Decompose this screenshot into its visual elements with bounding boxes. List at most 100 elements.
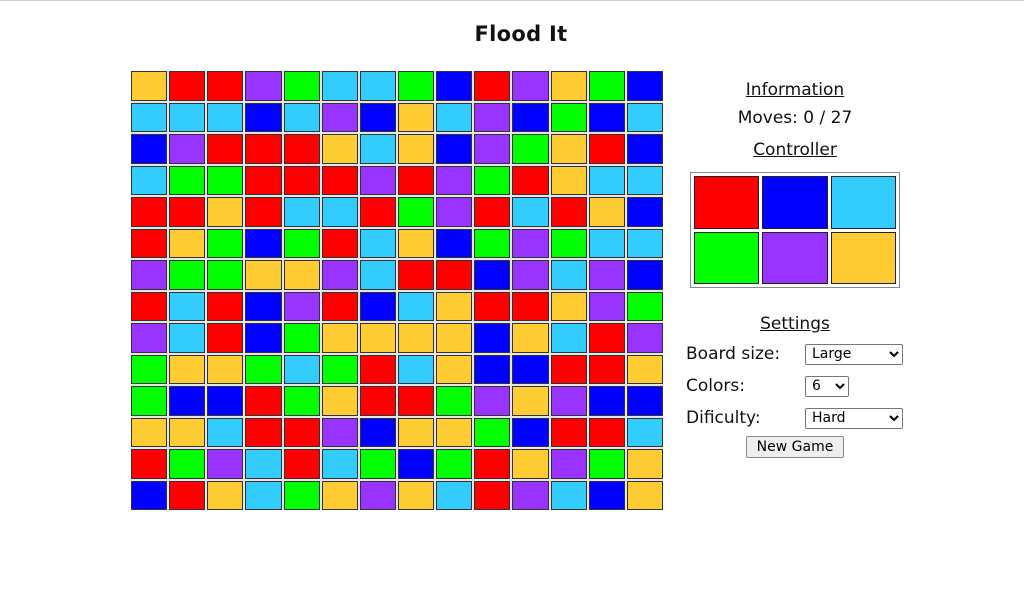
board-cell: [550, 165, 587, 195]
board-cell: [550, 417, 587, 447]
board-cell: [245, 323, 282, 353]
top-border: [0, 0, 1024, 1]
color-button-green[interactable]: [694, 231, 760, 284]
board-cell: [436, 102, 473, 132]
board-cell: [512, 323, 549, 353]
board-cell: [626, 386, 663, 416]
board-cell: [131, 354, 168, 384]
board-cell: [512, 449, 549, 479]
board-cell: [131, 291, 168, 321]
board-cell: [474, 260, 511, 290]
board-cell: [359, 386, 396, 416]
board-cell: [588, 165, 625, 195]
board-cell: [245, 71, 282, 101]
board-cell: [131, 165, 168, 195]
board-cell: [588, 449, 625, 479]
information-heading: Information: [745, 80, 845, 100]
board-cell: [626, 480, 663, 510]
board-cell: [588, 323, 625, 353]
board-cell: [207, 291, 244, 321]
board-cell: [169, 134, 206, 164]
board-cell: [397, 228, 435, 258]
board-cell: [131, 386, 168, 416]
board-cell: [436, 71, 473, 101]
board-cell: [321, 480, 358, 510]
board-cell: [245, 291, 282, 321]
board-cell: [626, 134, 663, 164]
board-cell: [359, 165, 396, 195]
board-cell: [436, 323, 473, 353]
board-cell: [169, 386, 206, 416]
board-cell: [436, 417, 473, 447]
board-cell: [436, 134, 473, 164]
board-cell: [588, 480, 625, 510]
board-cell: [131, 417, 168, 447]
board-cell: [131, 449, 168, 479]
board-cell: [207, 134, 244, 164]
board-cell: [626, 449, 663, 479]
color-button-red[interactable]: [694, 176, 760, 229]
board-cell: [359, 417, 396, 447]
board-cell: [436, 449, 473, 479]
moves-counter: Moves: 0 / 27: [737, 108, 853, 128]
settings-heading: Settings: [760, 314, 830, 334]
color-button-purple[interactable]: [762, 231, 828, 284]
board-cell: [512, 260, 549, 290]
board-cell: [397, 197, 435, 227]
board-cell: [474, 165, 511, 195]
board-cell: [397, 386, 435, 416]
board-cell: [436, 291, 473, 321]
board-cell: [169, 323, 206, 353]
board-cell: [550, 449, 587, 479]
board-cell: [397, 323, 435, 353]
board-cell: [512, 354, 549, 384]
board-cell: [283, 71, 320, 101]
board-cell: [169, 260, 206, 290]
board-cell: [436, 480, 473, 510]
color-button-cyan[interactable]: [830, 176, 896, 229]
board-cell: [359, 354, 396, 384]
board-size-row: Board size: Large: [680, 338, 910, 370]
board-cell: [359, 449, 396, 479]
board-cell: [626, 260, 663, 290]
board-cell: [626, 228, 663, 258]
board-cell: [397, 102, 435, 132]
board-cell: [550, 480, 587, 510]
board-cell: [169, 71, 206, 101]
board-cell: [321, 386, 358, 416]
board-cell: [131, 480, 168, 510]
board-cell: [626, 71, 663, 101]
board-cell: [397, 134, 435, 164]
board-cell: [283, 165, 320, 195]
board-cell: [321, 197, 358, 227]
board-cell: [245, 260, 282, 290]
board-cell: [207, 480, 244, 510]
board-size-select[interactable]: Large: [805, 343, 903, 365]
new-game-button[interactable]: New Game: [745, 436, 845, 458]
board-cell: [436, 260, 473, 290]
board-cell: [512, 102, 549, 132]
colors-select[interactable]: 6: [805, 375, 849, 397]
game-board: [131, 71, 663, 510]
board-cell: [131, 102, 168, 132]
board-cell: [245, 102, 282, 132]
board-cell: [321, 417, 358, 447]
board-cell: [207, 260, 244, 290]
board-cell: [436, 354, 473, 384]
board-cell: [169, 291, 206, 321]
board-cell: [626, 197, 663, 227]
color-button-yellow[interactable]: [830, 231, 896, 284]
board-cell: [359, 323, 396, 353]
board-cell: [207, 449, 244, 479]
board-cell: [321, 134, 358, 164]
board-cell: [474, 228, 511, 258]
board-cell: [207, 228, 244, 258]
board-cell: [474, 134, 511, 164]
board-cell: [207, 354, 244, 384]
board-cell: [169, 197, 206, 227]
board-cell: [321, 165, 358, 195]
colors-label: Colors:: [686, 376, 745, 396]
color-button-blue[interactable]: [762, 176, 828, 229]
board-cell: [283, 197, 320, 227]
difficulty-select[interactable]: Hard: [805, 407, 903, 429]
